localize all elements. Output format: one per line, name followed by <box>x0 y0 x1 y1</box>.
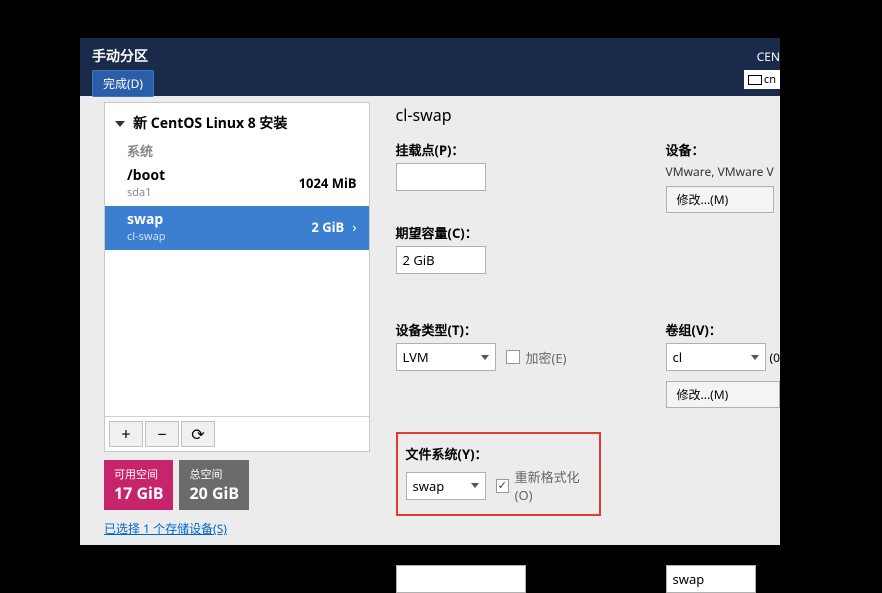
device-type-select[interactable]: LVM <box>396 343 496 371</box>
name-input[interactable] <box>666 565 756 593</box>
filesystem-select[interactable]: swap <box>406 472 487 500</box>
vg-modify-button[interactable]: 修改...(M) <box>666 381 780 408</box>
available-space-value: 17 GiB <box>114 482 163 504</box>
reformat-label: 重新格式化(O) <box>515 467 587 504</box>
space-summary: 可用空间 17 GiB 总空间 20 GiB <box>104 460 370 510</box>
collapse-icon <box>115 121 125 127</box>
done-button[interactable]: 完成(D) <box>92 70 154 97</box>
mount-name: swap <box>127 210 166 229</box>
total-space-box: 总空间 20 GiB <box>179 460 248 510</box>
mount-size: 2 GiB <box>311 218 344 236</box>
chevron-right-icon: › <box>352 218 356 237</box>
chevron-down-icon <box>751 355 759 360</box>
device-type-value: LVM <box>403 348 429 366</box>
filesystem-value: swap <box>413 477 445 495</box>
name-group: 名称(N)： <box>666 542 756 593</box>
mount-size: 1024 MiB <box>299 174 357 192</box>
label-label: 标签(L)： <box>396 542 616 561</box>
header: 手动分区 完成(D) CEN cn <box>80 38 780 96</box>
installer-screen: 手动分区 完成(D) CEN cn 新 CentOS Linux 8 安装 系统… <box>80 38 780 545</box>
keyboard-icon <box>748 75 762 85</box>
remove-mount-button[interactable]: − <box>145 421 179 447</box>
right-panel: cl-swap 挂载点(P)： 设备： VMware, VMware V 修改.… <box>378 96 780 545</box>
list-toolbar: + − ⟳ <box>105 416 369 451</box>
device-modify-button[interactable]: 修改...(M) <box>666 186 774 213</box>
desired-capacity-label: 期望容量(C)： <box>396 223 616 242</box>
mount-device: sda1 <box>127 185 165 200</box>
chevron-down-icon <box>481 355 489 360</box>
desired-capacity-input[interactable] <box>396 246 486 274</box>
filesystem-label: 文件系统(Y)： <box>406 444 587 463</box>
name-label: 名称(N)： <box>666 542 756 561</box>
vg-value: cl <box>673 348 683 366</box>
mount-device: cl-swap <box>127 229 166 244</box>
filesystem-highlight: 文件系统(Y)： swap 重新格式化(O) <box>396 432 601 516</box>
total-space-value: 20 GiB <box>189 482 238 504</box>
device-type-label: 设备类型(T)： <box>396 320 616 339</box>
partition-title: cl-swap <box>396 104 780 130</box>
device-label: 设备： <box>666 140 774 159</box>
left-panel: 新 CentOS Linux 8 安装 系统 /boot sda1 1024 M… <box>80 96 378 545</box>
mount-row-boot[interactable]: /boot sda1 1024 MiB <box>105 162 369 206</box>
encrypt-label: 加密(E) <box>526 348 567 367</box>
storage-devices-link[interactable]: 已选择 1 个存储设备(S) <box>104 520 370 537</box>
page-title: 手动分区 <box>92 46 768 66</box>
system-section-label: 系统 <box>105 137 369 162</box>
mount-row-swap[interactable]: swap cl-swap 2 GiB › <box>105 206 369 250</box>
encrypt-checkbox-row[interactable]: 加密(E) <box>506 348 567 367</box>
total-space-label: 总空间 <box>189 466 238 482</box>
install-header-row[interactable]: 新 CentOS Linux 8 安装 <box>105 103 369 137</box>
device-group: 设备： VMware, VMware V 修改...(M) <box>666 140 774 213</box>
distro-label: CEN <box>757 48 780 65</box>
mount-list: 新 CentOS Linux 8 安装 系统 /boot sda1 1024 M… <box>104 102 370 452</box>
encrypt-checkbox[interactable] <box>506 350 520 364</box>
add-mount-button[interactable]: + <box>109 421 143 447</box>
mountpoint-input[interactable] <box>396 163 486 191</box>
device-value: VMware, VMware V <box>666 163 774 180</box>
reformat-checkbox-row[interactable]: 重新格式化(O) <box>496 467 586 504</box>
chevron-down-icon <box>471 483 479 488</box>
vg-select[interactable]: cl <box>666 343 766 371</box>
vg-extra: (0 <box>770 349 780 366</box>
available-space-box: 可用空间 17 GiB <box>104 460 173 510</box>
mount-name: /boot <box>127 166 165 185</box>
reformat-checkbox[interactable] <box>496 479 508 493</box>
keyboard-indicator[interactable]: cn <box>744 70 780 89</box>
vg-group: 卷组(V)： cl (0 修改...(M) <box>666 320 780 408</box>
desired-capacity-group: 期望容量(C)： <box>396 223 616 274</box>
device-type-group: 设备类型(T)： LVM 加密(E) <box>396 320 616 408</box>
refresh-button[interactable]: ⟳ <box>181 421 215 447</box>
vg-label: 卷组(V)： <box>666 320 780 339</box>
label-input[interactable] <box>396 565 526 593</box>
install-header: 新 CentOS Linux 8 安装 <box>133 114 287 133</box>
mountpoint-label: 挂载点(P)： <box>396 140 616 159</box>
label-group: 标签(L)： <box>396 542 616 593</box>
body: 新 CentOS Linux 8 安装 系统 /boot sda1 1024 M… <box>80 96 780 545</box>
available-space-label: 可用空间 <box>114 466 163 482</box>
mountpoint-group: 挂载点(P)： <box>396 140 616 213</box>
